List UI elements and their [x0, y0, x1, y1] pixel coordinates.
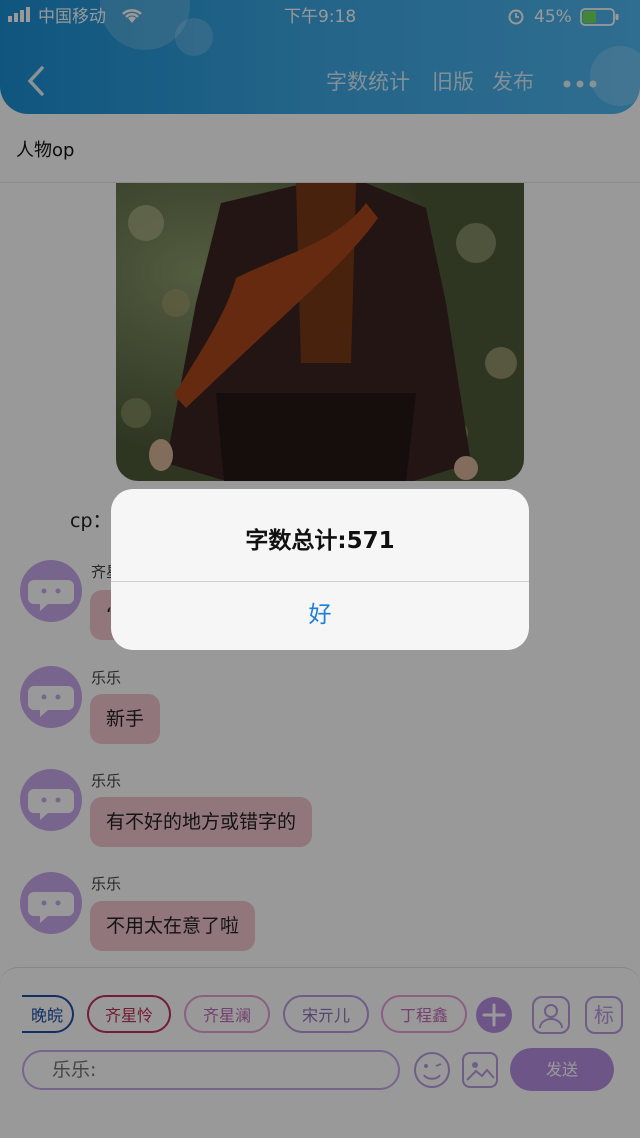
word-count-alert: 字数总计:571 好 [111, 489, 529, 650]
alert-message: 字数总计:571 [245, 528, 395, 554]
alert-ok-button[interactable]: 好 [111, 582, 529, 650]
